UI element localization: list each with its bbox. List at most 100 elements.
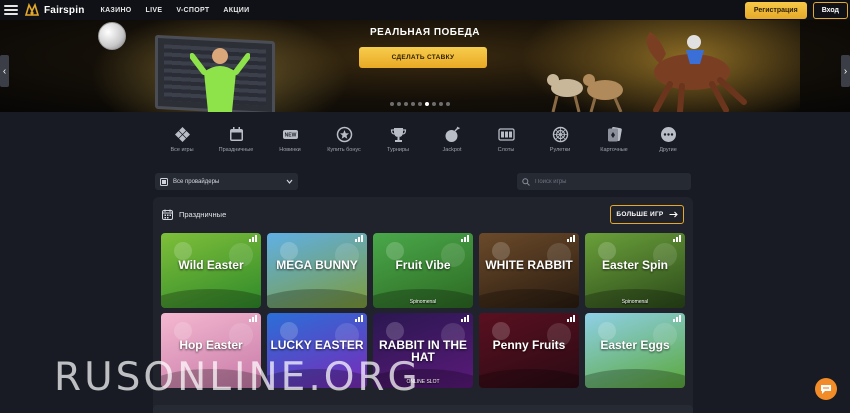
svg-text:NEW: NEW [284, 133, 296, 139]
place-bet-button[interactable]: СДЕЛАТЬ СТАВКУ [359, 47, 487, 68]
category-trophy[interactable]: Турниры [371, 126, 425, 162]
game-tile[interactable]: Penny Fruits [479, 313, 579, 388]
category-label: Турниры [387, 147, 409, 153]
game-tile[interactable]: Fruit Vibe Spinomenal [373, 233, 473, 308]
game-title: WHITE RABBIT [485, 258, 573, 272]
category-bonus[interactable]: Купить бонус [317, 126, 371, 162]
trophy-icon [390, 128, 406, 142]
search-input[interactable] [535, 178, 675, 185]
provider-icon [160, 177, 168, 186]
bomb-icon [445, 126, 460, 142]
slots-icon [497, 128, 515, 141]
carousel-dot[interactable] [446, 102, 450, 106]
category-slots[interactable]: Слоты [479, 126, 533, 162]
carousel-dot[interactable] [432, 102, 436, 106]
stats-icon [249, 315, 258, 322]
game-title: MEGA BUNNY [276, 258, 358, 272]
more-games-label: БОЛЬШЕ ИГР [616, 211, 664, 218]
fairspin-logo-icon [24, 3, 40, 16]
category-label: Все игры [170, 147, 194, 153]
auth-buttons: Регистрация Вход [744, 0, 848, 20]
section-title-text: Праздничные [179, 210, 227, 219]
stats-icon [673, 235, 682, 242]
carousel-prev-icon[interactable]: ‹ [0, 55, 9, 87]
category-new-badge[interactable]: NEW Новинки [263, 126, 317, 162]
category-calendar[interactable]: Праздничные [209, 126, 263, 162]
game-title: Easter Eggs [600, 338, 670, 352]
stats-icon [567, 235, 576, 242]
cards-icon [607, 126, 622, 142]
nav-casino[interactable]: КАЗИНО [101, 7, 132, 14]
search-box[interactable] [517, 173, 691, 190]
register-button[interactable]: Регистрация [744, 1, 807, 19]
more-icon [660, 127, 676, 142]
category-cards[interactable]: Карточные [587, 126, 641, 162]
bonus-icon [336, 126, 352, 143]
hero-banner[interactable]: РЕАЛЬНАЯ ПОБЕДА СДЕЛАТЬ СТАВКУ ‹ › [0, 20, 850, 112]
category-bar: Все игры Праздничные NEW Новинки Купить бону… [153, 126, 697, 162]
nav-v-sport[interactable]: V-СПОРТ [176, 7, 209, 14]
football-player-illustration [190, 48, 250, 112]
game-tile[interactable]: MEGA BUNNY [267, 233, 367, 308]
calendar-icon [162, 209, 173, 220]
more-games-button[interactable]: БОЛЬШЕ ИГР [610, 205, 684, 224]
game-title: Easter Spin [601, 258, 669, 272]
roulette-icon [552, 126, 568, 143]
all-games-icon [174, 127, 190, 142]
carousel-dot[interactable] [425, 102, 429, 106]
game-tile[interactable]: Wild Easter [161, 233, 261, 308]
category-more[interactable]: Другие [641, 126, 695, 162]
category-label: Новинки [279, 147, 301, 153]
stats-icon [567, 315, 576, 322]
carousel-dot[interactable] [411, 102, 415, 106]
carousel-next-icon[interactable]: › [841, 55, 850, 87]
brand-name: Fairspin [44, 4, 85, 16]
category-label: Купить бонус [327, 147, 361, 153]
category-roulette[interactable]: Рулетки [533, 126, 587, 162]
new-badge-icon: NEW [282, 130, 298, 139]
next-section-edge [153, 405, 693, 413]
nav-promotions[interactable]: АКЦИИ [223, 7, 249, 14]
game-title: Hop Easter [179, 338, 243, 352]
watermark: RUSONLINE.ORG [54, 355, 421, 400]
stats-icon [355, 235, 364, 242]
chat-button[interactable] [815, 378, 837, 400]
hero-title: РЕАЛЬНАЯ ПОБЕДА [370, 27, 480, 38]
stats-icon [461, 315, 470, 322]
game-title: Fruit Vibe [395, 258, 451, 272]
main-nav: КАЗИНО LIVE V-СПОРТ АКЦИИ [101, 7, 250, 14]
category-bomb[interactable]: Jackpot [425, 126, 479, 162]
carousel-dot[interactable] [397, 102, 401, 106]
category-label: Рулетки [549, 147, 571, 153]
category-all-games[interactable]: Все игры [155, 126, 209, 162]
menu-icon[interactable] [4, 5, 18, 15]
game-title: LUCKY EASTER [270, 338, 364, 352]
stats-icon [673, 315, 682, 322]
category-label: Другие [659, 147, 677, 153]
chat-icon [821, 384, 831, 394]
provider-select-value: Все провайдеры [173, 178, 220, 185]
game-tile[interactable]: WHITE RABBIT [479, 233, 579, 308]
carousel-dot[interactable] [404, 102, 408, 106]
game-tile[interactable]: Easter Eggs [585, 313, 685, 388]
stats-icon [355, 315, 364, 322]
game-title: Penny Fruits [492, 338, 566, 352]
search-icon [522, 177, 530, 186]
game-tile[interactable]: Easter Spin Spinomenal [585, 233, 685, 308]
top-header: Fairspin КАЗИНО LIVE V-СПОРТ АКЦИИ Регис… [0, 0, 850, 20]
game-title: Wild Easter [178, 258, 244, 272]
carousel-dot[interactable] [418, 102, 422, 106]
login-button[interactable]: Вход [812, 1, 848, 19]
arrow-right-icon [669, 211, 678, 218]
carousel-dot[interactable] [439, 102, 443, 106]
provider-select[interactable]: Все провайдеры [155, 173, 298, 190]
carousel-dot[interactable] [390, 102, 394, 106]
chevron-down-icon [286, 179, 293, 184]
category-label: Jackpot [442, 147, 462, 153]
nav-live[interactable]: LIVE [146, 7, 163, 14]
game-provider: Spinomenal [621, 299, 649, 305]
category-label: Слоты [497, 147, 515, 153]
stats-icon [249, 235, 258, 242]
stats-icon [461, 235, 470, 242]
logo[interactable]: Fairspin [24, 3, 85, 17]
